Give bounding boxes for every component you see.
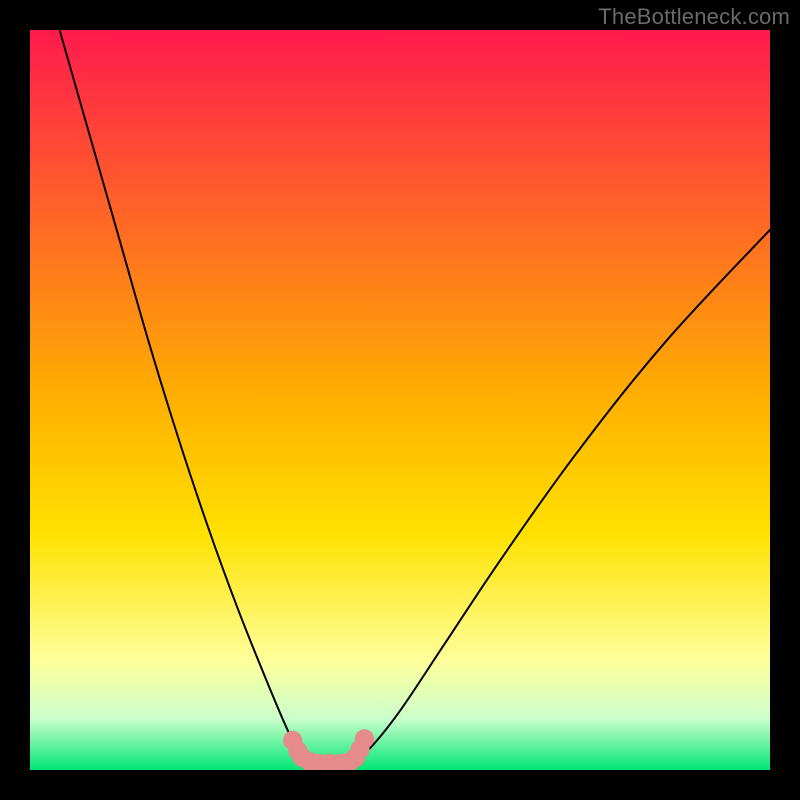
- plot-background: [30, 30, 770, 770]
- valley-marker-dot: [355, 729, 374, 748]
- watermark-text: TheBottleneck.com: [598, 4, 790, 30]
- chart-container: TheBottleneck.com: [0, 0, 800, 800]
- bottleneck-plot: [30, 30, 770, 770]
